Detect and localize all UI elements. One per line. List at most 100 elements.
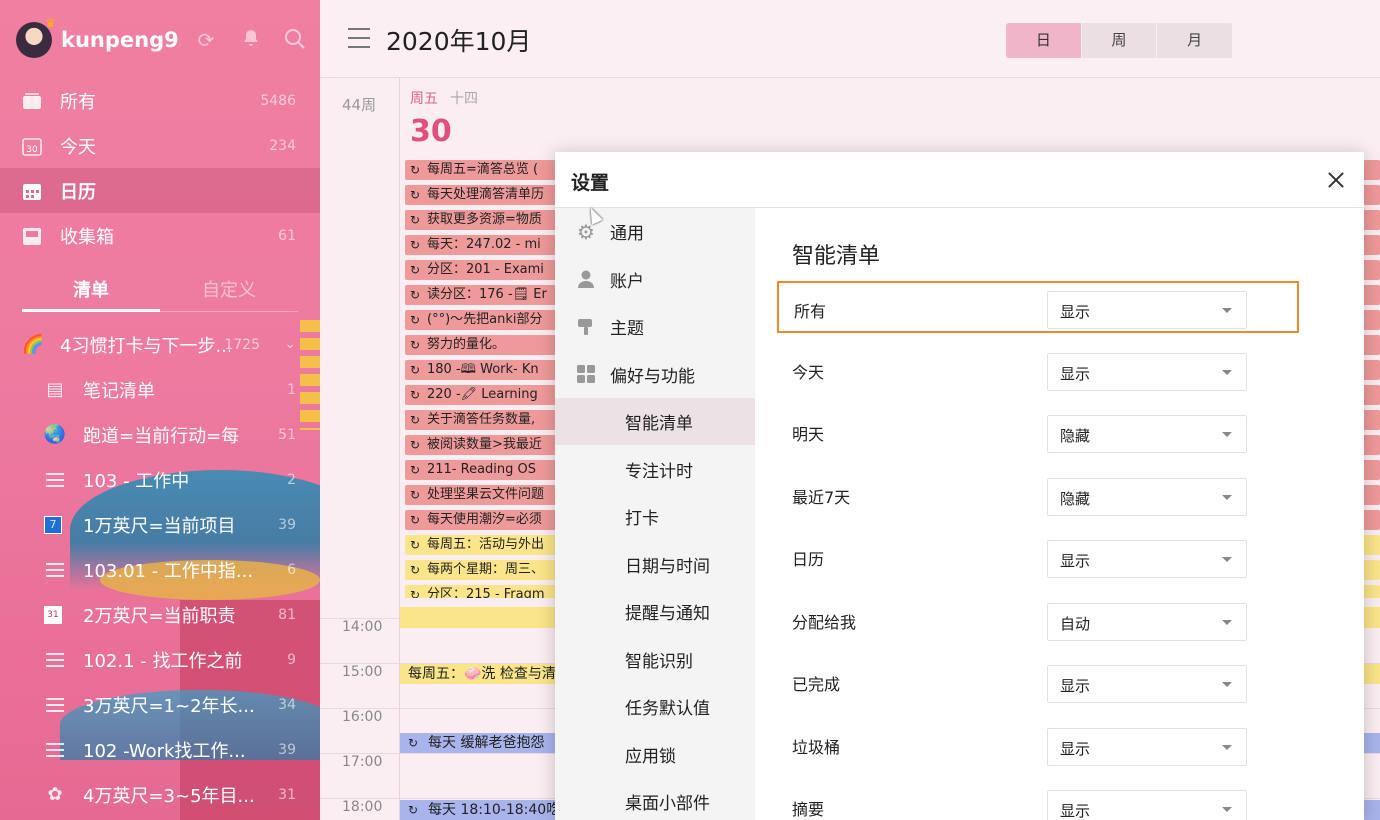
setting-label: 日历 [792,550,825,569]
select-value: 显示 [1060,364,1091,383]
bell-icon[interactable] [239,28,263,52]
settings-nav-label: 智能识别 [625,651,693,672]
caret-down-icon [1222,557,1232,562]
sidebar-list-label: 1万英尺=当前项目 [83,515,236,537]
calendar-7-icon: 7 [44,515,62,534]
svg-text:30: 30 [26,145,38,155]
settings-nav-item[interactable]: 偏好与功能 [555,351,755,398]
visibility-select[interactable]: 隐藏 [1047,477,1247,516]
select-value: 显示 [1060,677,1091,695]
sidebar-nav-count: 5486 [260,92,296,109]
chevron-down-icon[interactable]: ⌄ [284,336,296,352]
sidebar-list-item[interactable]: 🌈 4习惯打卡与下一步... 1725 ⌄ [0,322,320,367]
sidebar-nav-item[interactable]: 所有 5486 [0,78,320,123]
settings-nav-item[interactable]: 账户 [555,256,755,303]
month-title: 2020年10月 [386,27,532,56]
settings-nav-item[interactable]: 应用锁 [555,731,755,778]
hour-label: 16:00 [342,709,383,725]
hour-label: 18:00 [342,799,383,815]
settings-nav-item[interactable]: 提醒与通知 [555,588,755,635]
settings-nav-item[interactable]: 打卡 [555,493,755,540]
sidebar-list-item[interactable]: 103.01 - 工作中指... 6 [0,547,320,592]
view-week-button[interactable]: 周 [1082,23,1158,58]
visibility-select[interactable]: 隐藏 [1047,415,1247,453]
settings-nav-label: 通用 [610,224,644,244]
sidebar-nav-count: 234 [269,137,296,154]
hour-label: 15:00 [342,664,383,680]
sidebar-nav-item[interactable]: 收集箱 61 [0,213,320,258]
tab-lists[interactable]: 清单 [22,272,160,312]
list-lines-glyph [46,742,64,757]
settings-body: 智能清单 所有 显示 今天 显示 明天 隐藏 最近7天 隐藏 日历 显示 分配给我 自动 已完成 显示 垃圾… [755,208,1364,820]
visibility-select[interactable]: 显示 [1047,665,1247,703]
sidebar-list-item[interactable]: 3万英尺=1~2年长... 34 [0,682,320,727]
view-month-button[interactable]: 月 [1157,23,1233,58]
sidebar-list-label: 跑道=当前行动=每 [83,425,240,447]
sidebar-list-item[interactable]: 7 1万英尺=当前项目 39 [0,502,320,547]
close-icon[interactable] [1324,168,1348,192]
note-icon: ▤ [46,379,64,400]
sidebar-list-count: 34 [278,696,296,713]
sidebar-list-item[interactable]: ✿ 4万英尺=3~5年目... 31 [0,772,320,817]
sidebar-list-label: 102 -Work找工作... [83,740,246,762]
settings-nav-label: 账户 [610,271,644,292]
visibility-select[interactable]: 显示 [1047,352,1247,391]
tab-custom[interactable]: 自定义 [160,272,298,312]
visibility-select[interactable]: 显示 [1047,790,1247,820]
select-value: 显示 [1060,802,1091,820]
settings-nav: ⚙ 通用账户主题 偏好与功能智能清单专注计时 打卡 日期与时间 提醒与通知智能识别任务默认… [555,208,755,820]
account-bar: ♛ kunpeng9... [0,0,320,80]
list-lines-icon [44,649,66,671]
setting-label: 已完成 [792,675,841,694]
settings-nav-item[interactable]: 主题 [555,303,755,350]
settings-nav-label: 任务默认值 [625,699,710,719]
hamburger-menu-icon[interactable] [348,28,370,48]
sidebar-list-item[interactable]: 🌏 跑道=当前行动=每 51 [0,412,320,457]
sidebar-nav-item[interactable]: 30 今天 234 [0,123,320,168]
lunar-date: 十四 [450,91,478,107]
sidebar-nav-item[interactable]: 日历 [0,168,320,213]
sidebar-nav-label: 日历 [60,181,96,203]
visibility-select[interactable]: 显示 [1047,291,1247,329]
caret-down-icon [1222,494,1232,500]
view-day-button[interactable]: 日 [1006,23,1082,58]
select-value: 显示 [1060,303,1091,321]
sidebar-list-item[interactable]: ▤ 笔记清单 1 [0,367,320,412]
visibility-select[interactable]: 自动 [1047,602,1247,641]
settings-nav-label: 桌面小部件 [625,794,710,814]
sidebar-list-item[interactable]: 102 -Work找工作... 39 [0,727,320,772]
sidebar-list-label: 2万英尺=当前职责 [83,605,236,627]
setting-row: 今天 显示 [777,344,1299,396]
select-value: 显示 [1060,552,1091,570]
sidebar-list-item[interactable]: 103 - 工作中 2 [0,457,320,502]
list-lines-glyph [46,697,64,712]
sidebar-nav-count: 61 [278,227,296,244]
sidebar-list-count: 9 [287,651,296,668]
visibility-select[interactable]: 显示 [1047,540,1247,578]
calendar-header: 2020年10月 日 周 月 [320,0,1380,78]
sidebar-list-item[interactable]: 102.1 - 找工作之前 9 [0,637,320,682]
caret-down-icon [1222,744,1232,750]
settings-nav-item[interactable]: 专注计时 [555,446,755,493]
settings-nav-item[interactable]: 任务默认值 [555,683,755,730]
settings-nav-item[interactable]: 智能识别 [555,636,755,683]
list-lines-glyph [46,562,64,577]
settings-nav-item[interactable]: 日期与时间 [555,541,755,588]
settings-nav-item[interactable]: 桌面小部件 [555,778,755,820]
avatar[interactable]: ♛ [16,16,56,58]
sync-icon[interactable]: ⟳ [194,28,218,52]
visibility-select[interactable]: 显示 [1047,727,1247,766]
rainbow-icon: 🌈 [21,334,45,355]
username[interactable]: kunpeng9... [61,28,181,52]
settings-nav-label: 智能清单 [625,414,693,434]
sidebar-list-label: 4万英尺=3~5年目... [83,785,253,807]
globe-icon: 🌏 [43,424,67,445]
settings-nav-item[interactable]: 智能清单 [555,398,755,445]
setting-label: 最近7天 [792,487,851,507]
sidebar-list-label: 笔记清单 [83,380,155,402]
settings-nav-item[interactable]: ⚙ 通用 [555,208,755,255]
caret-down-icon [1222,619,1232,625]
list-lines-glyph [46,472,64,487]
sidebar-list-item[interactable]: 31 2万英尺=当前职责 81 [0,592,320,637]
search-icon[interactable] [283,28,307,52]
